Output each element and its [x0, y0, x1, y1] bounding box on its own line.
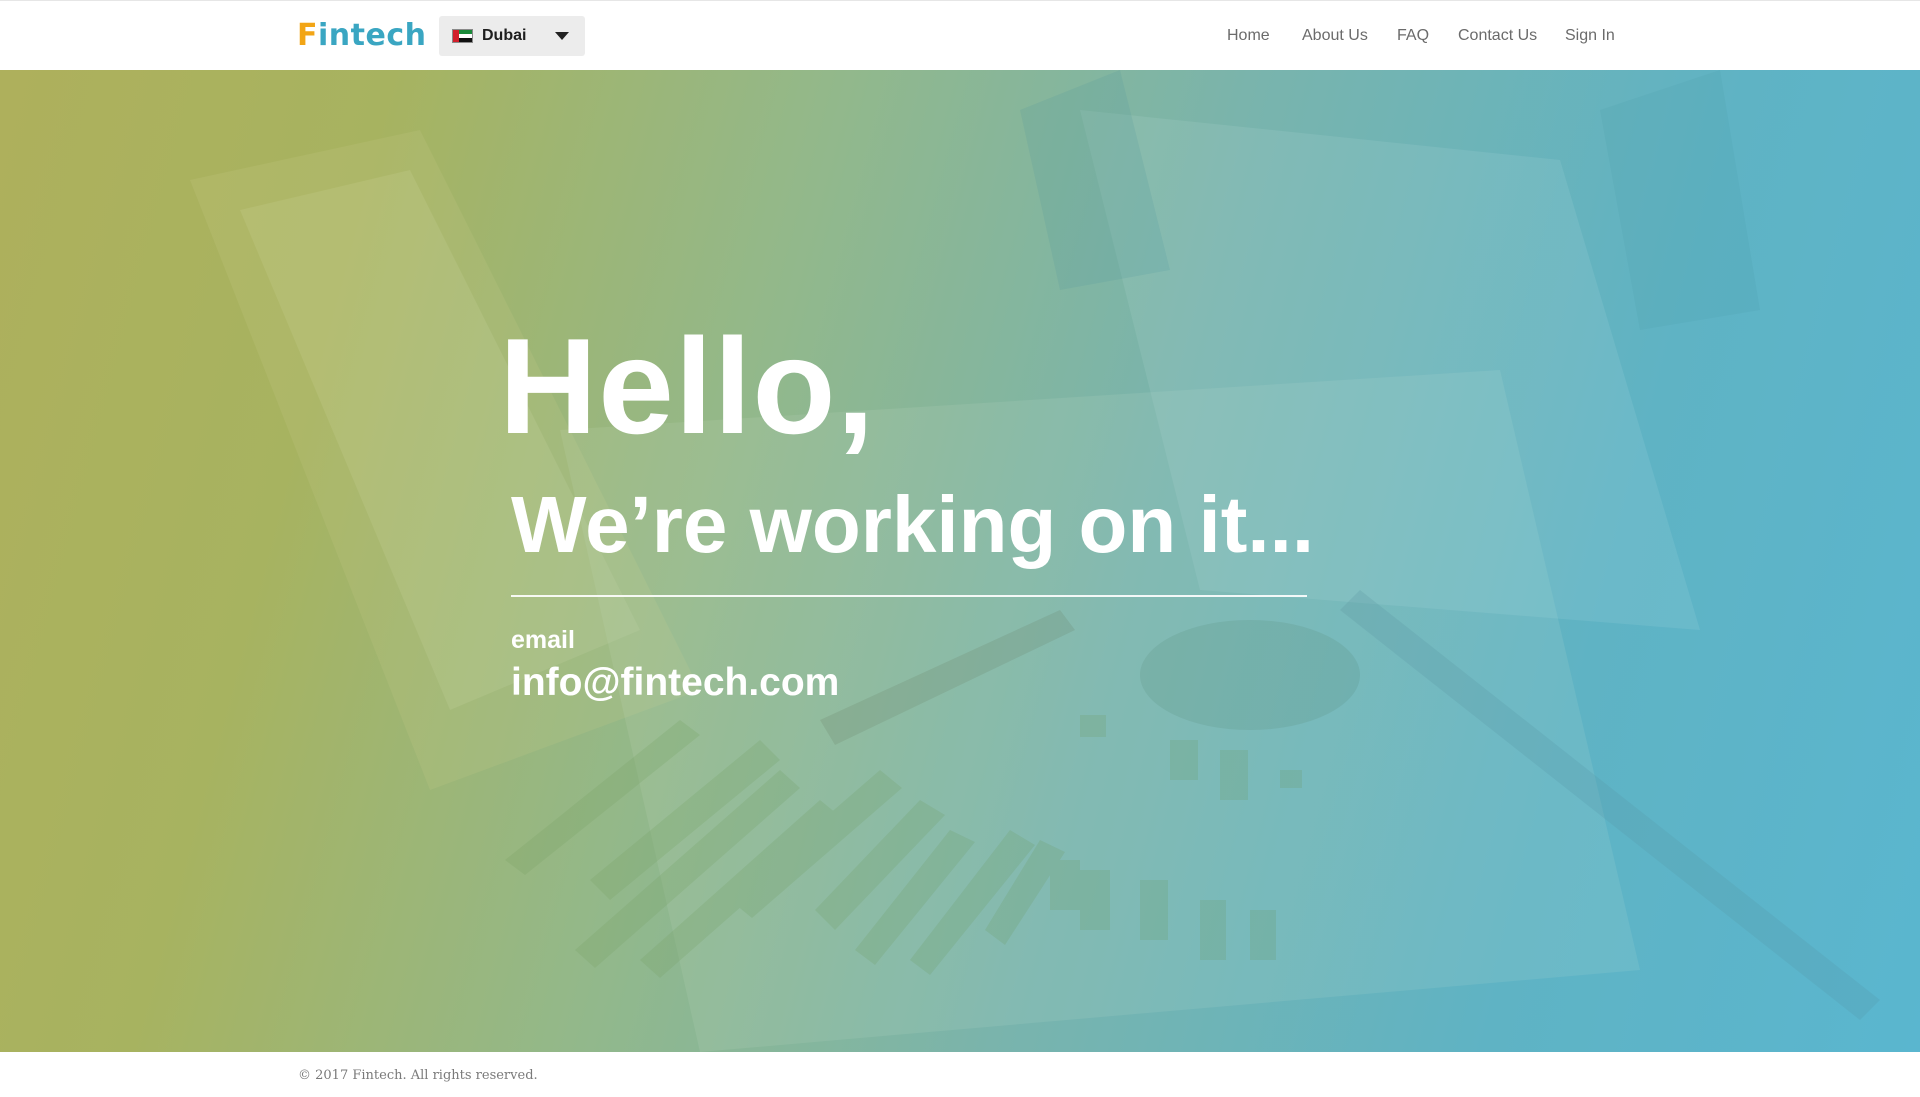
email-link[interactable]: info@fintech.com: [511, 661, 839, 705]
hero-section: Hello, We’re working on it... email info…: [0, 70, 1920, 1052]
nav-sign-in-link[interactable]: Sign In: [1565, 27, 1615, 45]
nav-home-link[interactable]: Home: [1227, 27, 1270, 45]
hero-headline: Hello,: [499, 310, 876, 462]
hero-subheadline: We’re working on it...: [511, 480, 1315, 569]
site-header: Fintech Dubai Home About Us FAQ Contact …: [0, 0, 1920, 70]
email-label: email: [511, 626, 575, 654]
page: Fintech Dubai Home About Us FAQ Contact …: [0, 0, 1920, 1097]
main-nav: Home About Us FAQ Contact Us Sign In: [0, 23, 1920, 51]
nav-faq-link[interactable]: FAQ: [1397, 27, 1429, 45]
copyright-text: © 2017 Fintech. All rights reserved.: [298, 1068, 538, 1083]
nav-contact-us-link[interactable]: Contact Us: [1458, 27, 1537, 45]
hero-divider: [511, 595, 1307, 597]
site-footer: © 2017 Fintech. All rights reserved.: [0, 1052, 1920, 1097]
nav-about-us-link[interactable]: About Us: [1302, 27, 1368, 45]
hero-content: Hello, We’re working on it... email info…: [0, 70, 1920, 1052]
